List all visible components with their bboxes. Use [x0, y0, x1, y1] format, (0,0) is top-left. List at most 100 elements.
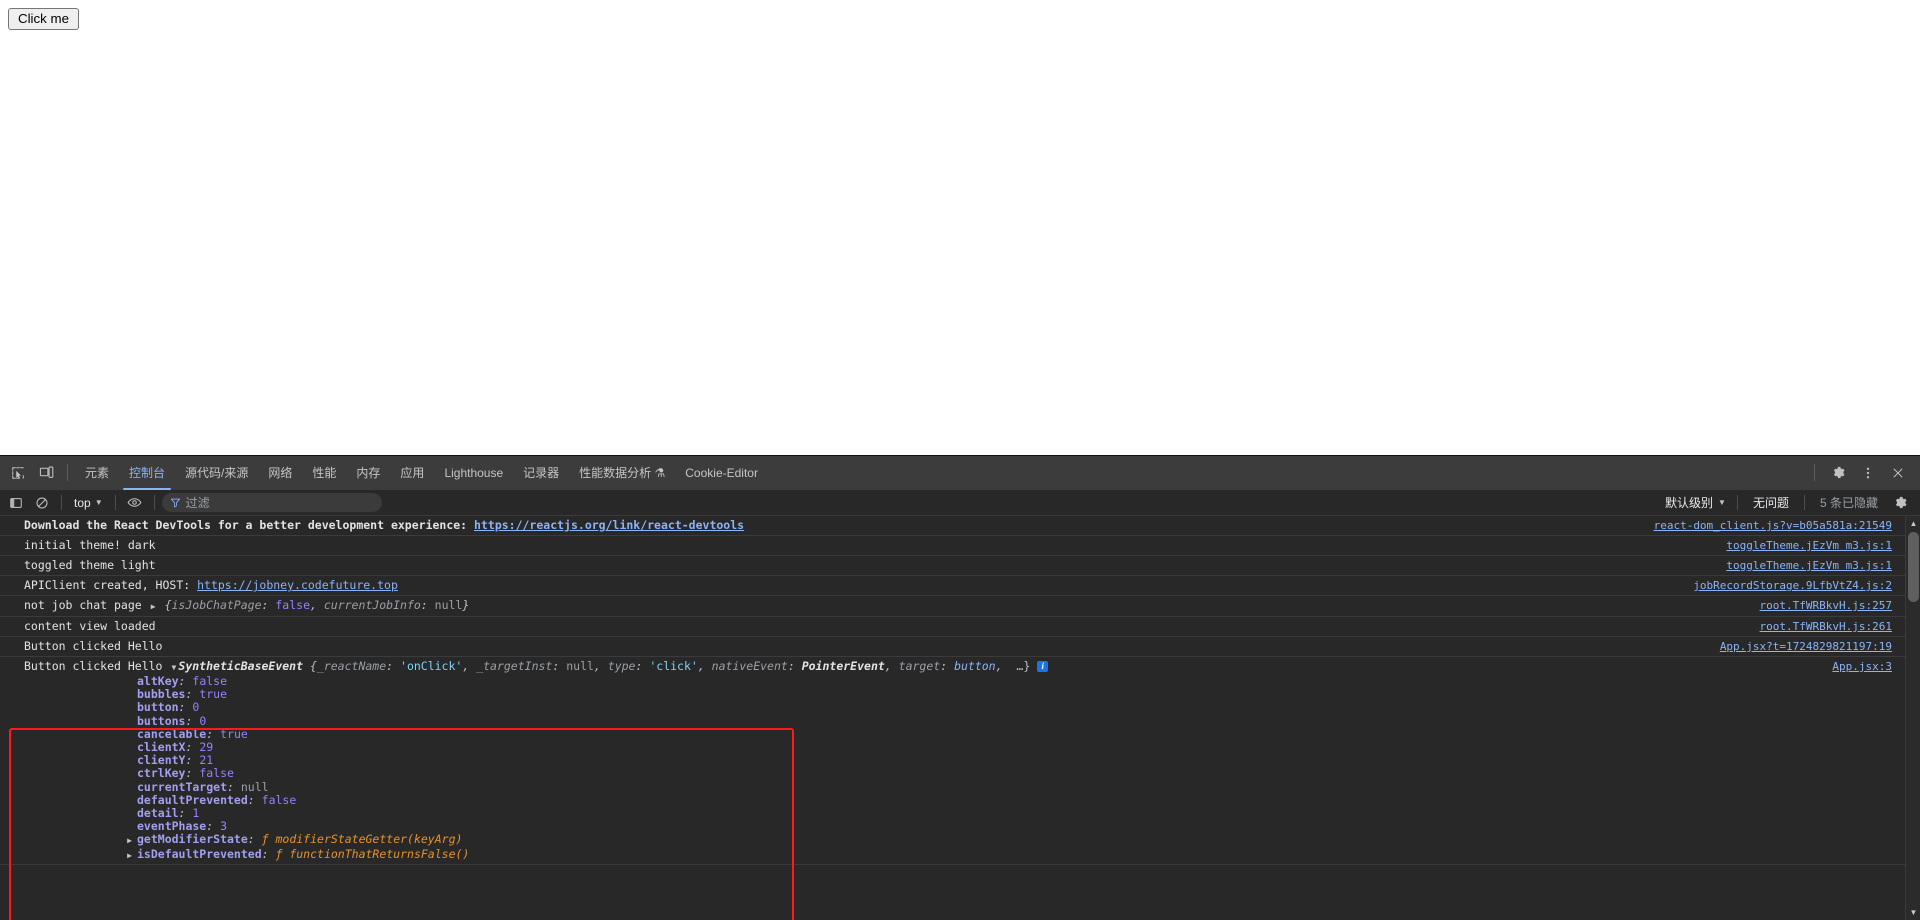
tab-cookie-editor[interactable]: Cookie-Editor [675, 456, 768, 490]
react-devtools-link[interactable]: https://reactjs.org/link/react-devtools [474, 518, 744, 532]
chevron-down-icon: ▼ [94, 497, 103, 507]
object-property-row[interactable]: buttons: 0 [0, 713, 1920, 728]
console-scrollbar[interactable]: ▲ ▼ [1905, 516, 1920, 920]
console-message-source[interactable]: toggleTheme.jEzVm m3.js:1 [1714, 558, 1920, 573]
property-name: defaultPrevented [137, 792, 248, 807]
tab-label: Lighthouse [444, 465, 504, 480]
object-value: PointerEvent [801, 659, 885, 673]
object-key: currentJobInfo [323, 598, 421, 612]
object-property-row[interactable]: detail: 1 [0, 806, 1920, 821]
tab-memory[interactable]: 内存 [346, 456, 390, 490]
tab-performance[interactable]: 性能 [302, 456, 346, 490]
message-text: Button clicked Hello [24, 659, 170, 673]
console-message-text: toggled theme light [24, 558, 156, 572]
host-url-link[interactable]: https://jobney.codefuture.top [197, 578, 398, 592]
hidden-messages-count[interactable]: 5 条已隐藏 [1810, 494, 1888, 511]
tab-label: 性能 [312, 466, 337, 480]
filterbar-divider [1803, 495, 1805, 510]
property-value: true [220, 726, 248, 741]
property-value: ƒ modifierStateGetter(keyArg) [261, 832, 463, 847]
console-message-source[interactable]: jobRecordStorage.9LfbVtZ4.js:2 [1681, 578, 1920, 593]
chevron-down-icon: ▼ [1718, 497, 1726, 507]
console-message-text: Button clicked Hello ▼ SyntheticBaseEvent… [0, 659, 1820, 675]
console-message-source[interactable]: App.jsx?t=1724829821197:19 [1708, 639, 1920, 654]
object-property-row[interactable]: defaultPrevented: false [0, 792, 1920, 807]
live-expression-icon[interactable] [123, 493, 147, 513]
object-property-row[interactable]: clientX: 29 [0, 740, 1920, 755]
device-toolbar-icon[interactable] [32, 460, 60, 486]
object-property-row[interactable]: ▶ isDefaultPrevented: ƒ functionThatRetur… [0, 846, 1920, 862]
object-property-row[interactable]: ctrlKey: false [0, 767, 1920, 780]
filter-icon [170, 497, 181, 508]
property-name: detail [137, 806, 179, 821]
object-value: 'click' [649, 659, 698, 673]
object-property-row[interactable]: ▶ getModifierState: ƒ modifierStateGetter… [0, 833, 1920, 847]
tab-lighthouse[interactable]: Lighthouse [434, 456, 513, 490]
tab-label: 应用 [400, 466, 425, 480]
object-property-row[interactable]: clientY: 21 [0, 754, 1920, 767]
tab-console[interactable]: 控制台 [119, 456, 175, 490]
scroll-down-arrow-icon[interactable]: ▼ [1906, 905, 1920, 920]
execution-context-value: top [74, 495, 91, 510]
filter-placeholder: 过滤 [185, 496, 210, 510]
issues-status[interactable]: 无问题 [1743, 494, 1799, 511]
kebab-menu-icon[interactable] [1854, 460, 1882, 486]
console-message[interactable]: content view loaded root.TfWRBkvH.js:261 [0, 617, 1920, 637]
log-level-selector[interactable]: 默认级别 ▼ [1659, 492, 1732, 513]
close-icon[interactable] [1884, 460, 1912, 486]
console-sidebar-icon[interactable] [4, 493, 28, 513]
tab-label: 控制台 [129, 466, 166, 480]
devtools-panel: 元素 控制台 源代码/来源 网络 性能 内存 应用 Lighthouse 记录器… [0, 455, 1920, 920]
tab-elements[interactable]: 元素 [75, 456, 119, 490]
expand-property-triangle[interactable]: ▶ [125, 834, 134, 847]
click-me-button[interactable]: Click me [8, 8, 79, 30]
expand-object-triangle[interactable]: ▶ [149, 599, 158, 614]
property-value: null [240, 779, 269, 794]
object-ellipsis: …} [1016, 659, 1031, 673]
console-message-expanded-event[interactable]: Button clicked Hello ▼ SyntheticBaseEvent… [0, 657, 1920, 865]
console-message[interactable]: APIClient created, HOST: https://jobney.… [0, 576, 1920, 596]
console-message[interactable]: toggled theme light toggleTheme.jEzVm m3… [0, 556, 1920, 576]
inspect-element-icon[interactable] [4, 460, 32, 486]
property-value: false [192, 674, 228, 688]
console-message-source[interactable]: root.TfWRBkvH.js:257 [1748, 598, 1920, 613]
console-message-list[interactable]: Download the React DevTools for a better… [0, 516, 1920, 920]
property-value: ƒ functionThatReturnsFalse() [275, 846, 470, 861]
gear-icon[interactable] [1824, 460, 1852, 486]
tab-application[interactable]: 应用 [390, 456, 434, 490]
console-message-source[interactable]: react-dom_client.js?v=b05a581a:21549 [1642, 518, 1920, 533]
property-value: false [261, 792, 297, 807]
info-icon[interactable]: i [1037, 661, 1049, 672]
tab-label: 网络 [268, 466, 293, 480]
console-message[interactable]: not job chat page ▶ {isJobChatPage: fals… [0, 596, 1920, 617]
tab-performance-insights[interactable]: 性能数据分析 ⚗ [569, 456, 675, 490]
property-name: buttons [137, 713, 186, 728]
property-name: cancelable [137, 726, 207, 741]
console-filter-right: 默认级别 ▼ 无问题 5 条已隐藏 [1659, 492, 1916, 513]
property-name: clientX [137, 740, 186, 755]
expand-property-triangle[interactable]: ▶ [125, 849, 134, 862]
object-property-row[interactable]: button: 0 [0, 701, 1920, 714]
object-property-row[interactable]: bubbles: true [0, 688, 1920, 701]
filter-input[interactable]: 过滤 [161, 493, 382, 512]
tab-sources[interactable]: 源代码/来源 [175, 456, 258, 490]
console-message-source[interactable]: root.TfWRBkvH.js:261 [1748, 619, 1920, 634]
clear-console-icon[interactable] [30, 493, 54, 513]
console-settings-gear-icon[interactable] [1888, 493, 1912, 513]
property-name: getModifierState [137, 832, 248, 847]
execution-context-selector[interactable]: top ▼ [69, 494, 108, 512]
scroll-up-arrow-icon[interactable]: ▲ [1906, 516, 1920, 531]
object-key: type [607, 659, 636, 673]
console-message[interactable]: initial theme! dark toggleTheme.jEzVm m3… [0, 536, 1920, 556]
console-message-source[interactable]: toggleTheme.jEzVm m3.js:1 [1714, 538, 1920, 553]
console-message[interactable]: Button clicked Hello App.jsx?t=172482982… [0, 637, 1920, 657]
tab-label: 内存 [356, 466, 381, 480]
object-key: _reactName [316, 659, 387, 673]
tab-network[interactable]: 网络 [258, 456, 302, 490]
object-property-row[interactable]: altKey: false [0, 674, 1920, 688]
toolbar-divider [67, 464, 68, 481]
object-property-row[interactable]: cancelable: true [0, 726, 1920, 741]
scrollbar-thumb[interactable] [1908, 532, 1919, 602]
console-message[interactable]: Download the React DevTools for a better… [0, 516, 1920, 536]
tab-recorder[interactable]: 记录器 [513, 456, 569, 490]
